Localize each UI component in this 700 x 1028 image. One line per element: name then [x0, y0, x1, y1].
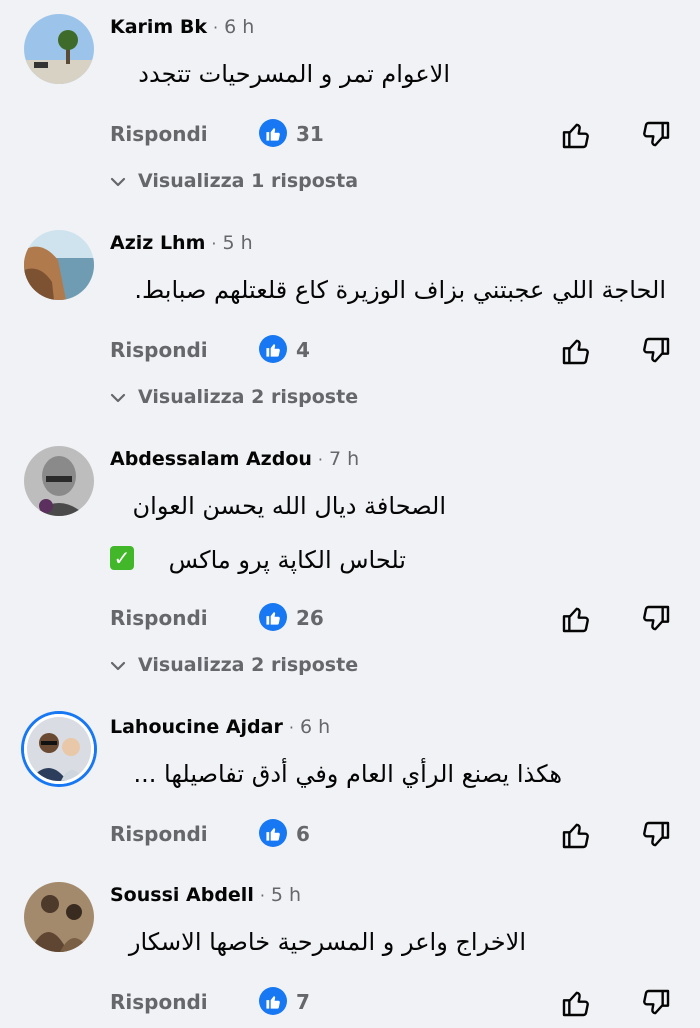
timestamp[interactable]: 5 h	[271, 884, 301, 906]
reaction-count[interactable]: 26	[296, 606, 324, 630]
check-mark-emoji: ✓	[110, 546, 134, 570]
comment-text: تلحاس الكاپة پرو ماكس	[168, 546, 406, 574]
comment-actions: Rispondi 6	[0, 816, 700, 856]
like-reaction-icon[interactable]	[259, 119, 287, 147]
like-reaction-icon[interactable]	[259, 335, 287, 363]
view-replies-label: Visualizza 2 risposte	[138, 386, 359, 408]
author-name[interactable]: Karim Bk	[110, 16, 207, 38]
reaction-count[interactable]: 6	[296, 822, 310, 846]
thumbs-down-icon[interactable]	[640, 335, 672, 367]
author-name[interactable]: Soussi Abdell	[110, 884, 254, 906]
comment-header: Karim Bk · 6 h	[110, 16, 254, 38]
thumbs-down-icon[interactable]	[640, 987, 672, 1019]
timestamp[interactable]: 5 h	[222, 232, 252, 254]
thumbs-down-icon[interactable]	[640, 119, 672, 151]
reply-button[interactable]: Rispondi	[110, 338, 208, 362]
like-reaction-icon[interactable]	[259, 987, 287, 1015]
thumbs-up-icon[interactable]	[560, 987, 592, 1019]
comment-header: Abdessalam Azdou · 7 h	[110, 448, 359, 470]
avatar[interactable]	[24, 446, 94, 516]
author-name[interactable]: Abdessalam Azdou	[110, 448, 312, 470]
comment-actions: Rispondi 26	[0, 600, 700, 640]
like-reaction-icon[interactable]	[259, 819, 287, 847]
comment-header: Soussi Abdell · 5 h	[110, 884, 301, 906]
like-reaction-icon[interactable]	[259, 603, 287, 631]
view-replies-label: Visualizza 2 risposte	[138, 654, 359, 676]
author-name[interactable]: Lahoucine Ajdar	[110, 716, 283, 738]
comment-text: الاخراج واعر و المسرحية خاصها الاسكار	[128, 928, 526, 956]
reply-button[interactable]: Rispondi	[110, 990, 208, 1014]
reaction-count[interactable]: 7	[296, 990, 310, 1014]
comment-actions: Rispondi 4	[0, 332, 700, 372]
chevron-down-icon	[110, 661, 126, 670]
thumbs-up-icon[interactable]	[560, 335, 592, 367]
comment-text-line-2: ✓ تلحاس الكاپة پرو ماكس	[110, 546, 406, 574]
view-replies-button[interactable]: Visualizza 2 risposte	[110, 654, 358, 676]
timestamp[interactable]: 6 h	[224, 16, 254, 38]
view-replies-button[interactable]: Visualizza 2 risposte	[110, 386, 358, 408]
thumbs-up-icon[interactable]	[560, 119, 592, 151]
avatar[interactable]	[24, 230, 94, 300]
reaction-count[interactable]: 4	[296, 338, 310, 362]
reply-button[interactable]: Rispondi	[110, 122, 208, 146]
thumbs-down-icon[interactable]	[640, 819, 672, 851]
author-name[interactable]: Aziz Lhm	[110, 232, 205, 254]
separator-dot: ·	[212, 18, 219, 37]
thumbs-up-icon[interactable]	[560, 819, 592, 851]
avatar[interactable]	[24, 882, 94, 952]
comment-header: Lahoucine Ajdar · 6 h	[110, 716, 330, 738]
timestamp[interactable]: 6 h	[300, 716, 330, 738]
separator-dot: ·	[211, 234, 217, 253]
comment-actions: Rispondi 7	[0, 984, 700, 1024]
reply-button[interactable]: Rispondi	[110, 606, 208, 630]
view-replies-label: Visualizza 1 risposta	[138, 170, 359, 192]
separator-dot: ·	[259, 886, 265, 905]
comment-text: الحاجة اللي عجبتني بزاف الوزيرة كاع قلعت…	[134, 276, 666, 304]
separator-dot: ·	[288, 718, 294, 737]
reaction-count[interactable]: 31	[296, 122, 324, 146]
avatar[interactable]	[24, 14, 94, 84]
comment-header: Aziz Lhm · 5 h	[110, 232, 253, 254]
avatar[interactable]	[24, 714, 94, 784]
chevron-down-icon	[110, 177, 126, 186]
comment-text: الصحافة ديال الله يحسن العوان	[132, 492, 446, 520]
view-replies-button[interactable]: Visualizza 1 risposta	[110, 170, 358, 192]
comment-text: هكذا يصنع الرأي العام وفي أدق تفاصيلها .…	[133, 760, 563, 788]
comment-actions: Rispondi 31	[0, 116, 700, 156]
chevron-down-icon	[110, 393, 126, 402]
timestamp[interactable]: 7 h	[329, 448, 359, 470]
thumbs-up-icon[interactable]	[560, 603, 592, 635]
reply-button[interactable]: Rispondi	[110, 822, 208, 846]
separator-dot: ·	[317, 450, 324, 469]
thumbs-down-icon[interactable]	[640, 603, 672, 635]
comment-text: الاعوام تمر و المسرحيات تتجدد	[138, 60, 450, 88]
